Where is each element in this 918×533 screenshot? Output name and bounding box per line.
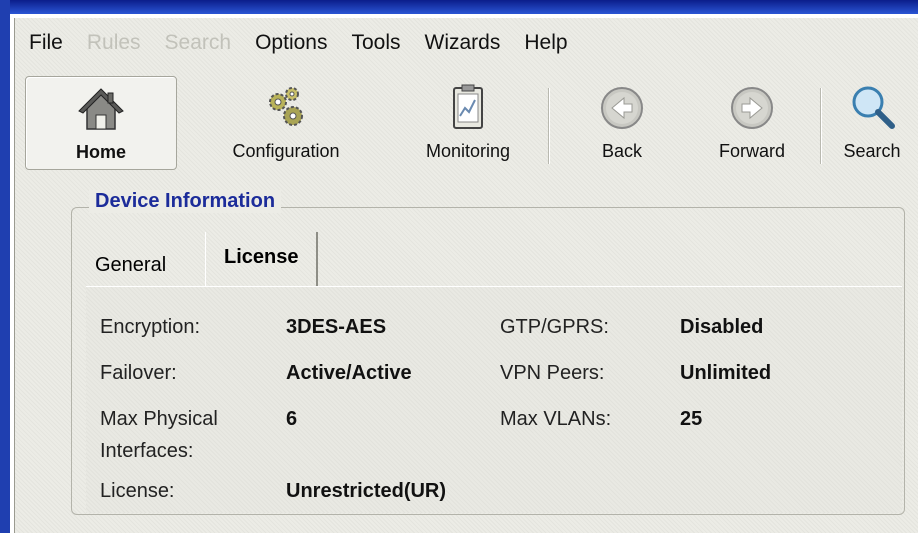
clipboard-chart-icon [453, 84, 483, 129]
forward-label: Forward [718, 141, 785, 161]
magnifier-icon [852, 86, 895, 129]
menu-rules: Rules [86, 31, 141, 54]
tab-general[interactable]: General [95, 240, 166, 290]
toolbar-separator [548, 88, 549, 164]
search-button[interactable]: Search [827, 76, 917, 168]
home-label: Home [75, 142, 126, 162]
gtp-gprs-value: Disabled [680, 316, 764, 338]
max-vlans-label: Max VLANs: [500, 408, 612, 430]
device-information-title: Device Information [89, 190, 282, 213]
window-border [0, 0, 10, 533]
tab-license[interactable]: License [205, 232, 319, 288]
max-physical-label-line1: Max Physical [100, 408, 218, 430]
back-label: Back [601, 141, 643, 161]
forward-button[interactable]: Forward [687, 76, 817, 168]
window-title-bar [0, 0, 918, 14]
monitoring-label: Monitoring [425, 141, 511, 161]
vpn-peers-label: VPN Peers: [500, 362, 605, 384]
menu-bar: File Rules Search Options Tools Wizards … [15, 18, 918, 68]
encryption-label: Encryption: [100, 316, 201, 338]
menu-options[interactable]: Options [243, 18, 339, 68]
application-area: File Rules Search Options Tools Wizards … [14, 18, 918, 533]
back-button[interactable]: Back [567, 76, 677, 168]
configuration-button[interactable]: Configuration [211, 76, 361, 168]
menu-search: Search [164, 31, 232, 54]
toolbar: Home Configuration Monitoring Back Forwa… [15, 72, 918, 186]
window: File Rules Search Options Tools Wizards … [0, 0, 918, 533]
max-physical-value: 6 [286, 408, 298, 430]
gears-icon [269, 87, 303, 126]
search-label: Search [843, 141, 901, 161]
failover-value: Active/Active [286, 362, 412, 384]
configuration-label: Configuration [232, 141, 340, 161]
vpn-peers-value: Unlimited [680, 362, 772, 384]
failover-label: Failover: [100, 362, 177, 384]
menu-file[interactable]: File [15, 18, 75, 68]
max-vlans-value: 25 [680, 408, 703, 430]
max-physical-label-line2: Interfaces: [100, 440, 194, 462]
license-value: Unrestricted(UR) [286, 480, 447, 502]
device-info-tabs: General License [85, 232, 903, 290]
menu-wizards[interactable]: Wizards [413, 18, 513, 68]
encryption-value: 3DES-AES [286, 316, 387, 338]
home-icon [78, 88, 124, 130]
gtp-gprs-label: GTP/GPRS: [500, 316, 609, 338]
toolbar-separator [820, 88, 821, 164]
forward-arrow-icon [731, 87, 773, 129]
monitoring-button[interactable]: Monitoring [393, 76, 543, 168]
license-label: License: [100, 480, 175, 502]
license-panel: Encryption: Failover: Max Physical Inter… [86, 286, 902, 513]
menu-help[interactable]: Help [512, 18, 579, 68]
home-button[interactable]: Home [25, 76, 177, 170]
back-arrow-icon [601, 87, 643, 129]
menu-tools[interactable]: Tools [339, 18, 412, 68]
